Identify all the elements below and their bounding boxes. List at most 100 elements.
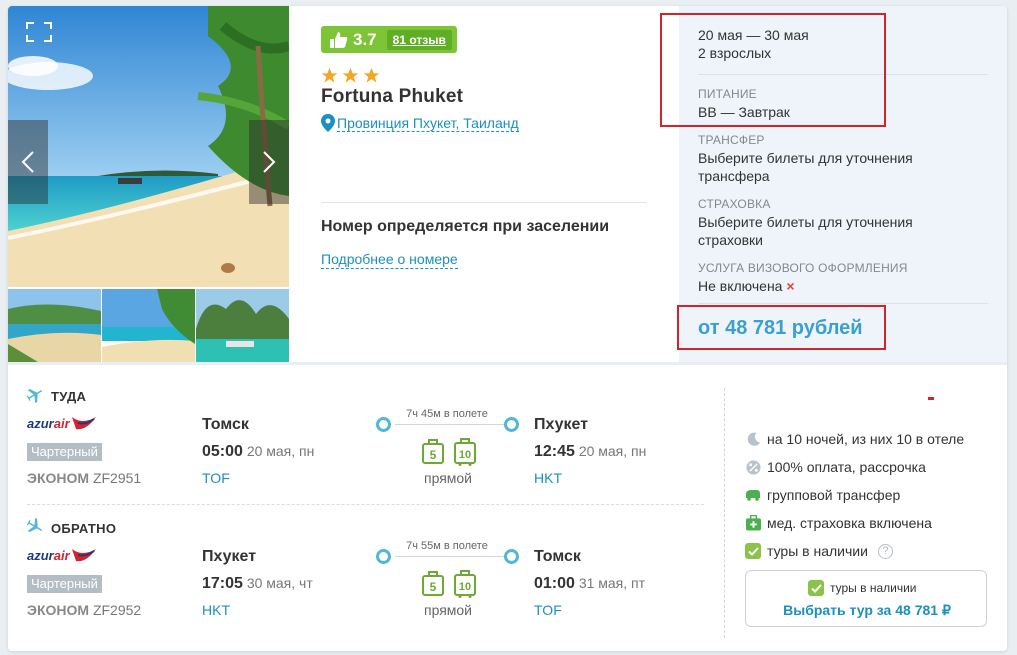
feature-insurance: мед. страховка включена [745, 515, 932, 531]
hand-luggage-kg: 5 [430, 580, 437, 594]
chevron-left-icon [21, 151, 34, 173]
hand-luggage-icon: 5 [422, 439, 444, 464]
departure-airport-code[interactable]: TOF [202, 470, 230, 486]
feature-payment-text: 100% оплата, рассрочка [767, 459, 926, 475]
percent-icon [745, 459, 761, 475]
map-pin-icon [321, 114, 335, 132]
checkmark-icon [745, 543, 761, 559]
rating-badge[interactable]: 3.7 81 отзыв [321, 26, 457, 53]
flight-stops: прямой [423, 470, 473, 486]
visa-value: Не включена × [698, 278, 795, 294]
arrival-date: 20 мая, пн [578, 443, 647, 459]
plane-departure-icon [27, 389, 43, 403]
airline-logo: azurair [27, 415, 98, 431]
availability-note-text: туры в наличии [830, 581, 917, 595]
route-end-dot [504, 549, 519, 564]
insurance-label: СТРАХОВКА [698, 197, 771, 211]
hotel-location[interactable]: Провинция Пхукет, Таиланд [321, 114, 519, 132]
room-title: Номер определяется при заселении [321, 218, 610, 235]
column-divider [724, 388, 725, 638]
prev-photo-button[interactable] [8, 120, 48, 204]
charter-badge: Чартерный [27, 443, 102, 461]
location-link[interactable]: Провинция Пхукет, Таиланд [337, 115, 519, 132]
help-icon[interactable]: ? [877, 543, 893, 559]
next-photo-button[interactable] [249, 120, 289, 204]
reviews-link[interactable]: 81 отзыв [386, 29, 452, 50]
highlight-box-price [677, 305, 886, 350]
departure-date: 30 мая, чт [246, 575, 313, 591]
feature-availability-text: туры в наличии [767, 543, 868, 559]
checked-baggage-icon: 10 [454, 570, 476, 598]
select-tour-button[interactable]: туры в наличии Выбрать тур за 48 781 ₽ [745, 570, 987, 627]
hotel-stars [321, 67, 380, 84]
feature-insurance-text: мед. страховка включена [767, 515, 932, 531]
flight-number: ZF2952 [92, 602, 142, 618]
availability-note: туры в наличии [808, 580, 917, 596]
insurance-value-1: Выберите билеты для уточнения [698, 214, 913, 230]
plane-return-icon [27, 518, 43, 532]
star-icon [363, 67, 380, 83]
hotel-name[interactable]: Fortuna Phuket [321, 86, 463, 108]
thumbnail-2[interactable] [102, 289, 195, 362]
star-icon [321, 67, 338, 83]
airline-wing-icon [71, 417, 96, 430]
departure-airport-code[interactable]: HKT [202, 602, 230, 618]
route-start-dot [376, 549, 391, 564]
arrival-airport-code[interactable]: HKT [534, 470, 562, 486]
photo-gallery [8, 6, 289, 362]
checked-baggage-kg: 10 [459, 581, 471, 593]
airline-name-a: azur [27, 415, 54, 431]
main-photo[interactable] [8, 6, 289, 287]
hand-luggage-kg: 5 [430, 448, 437, 462]
airline-name-b: air [53, 547, 70, 563]
arrival-city: Пхукет [534, 416, 589, 433]
direction-label: ТУДА [51, 389, 87, 404]
departure-time-value: 05:00 [202, 443, 243, 460]
feature-payment: 100% оплата, рассрочка [745, 459, 926, 475]
charter-badge: Чартерный [27, 575, 102, 593]
arrival-time-value: 12:45 [534, 443, 575, 460]
insurance-value-2: страховки [698, 232, 763, 248]
highlight-box-dates [660, 13, 886, 127]
moon-icon [747, 432, 760, 446]
transfer-label: ТРАНСФЕР [698, 133, 765, 147]
thumbnail-3[interactable] [196, 289, 289, 362]
bus-icon [746, 490, 760, 501]
flight-duration: 7ч 45м в полете [406, 408, 488, 420]
thumbs-up-icon [330, 31, 348, 48]
departure-date: 20 мая, пн [246, 443, 315, 459]
star-icon [342, 67, 359, 83]
divider [698, 303, 988, 304]
departure-city: Пхукет [202, 548, 257, 565]
feature-transfer-text: групповой трансфер [767, 487, 901, 503]
arrival-time: 12:45 20 мая, пн [534, 443, 646, 461]
not-included-icon: × [786, 278, 795, 294]
checkmark-icon [808, 580, 824, 596]
section-separator [8, 362, 1007, 365]
feature-nights-text: на 10 ночей, из них 10 в отеле [767, 431, 965, 447]
airline-wing-icon [71, 549, 96, 562]
visa-value-text: Не включена [698, 278, 783, 294]
arrival-date: 31 мая, пт [578, 575, 646, 591]
route-start-dot [376, 417, 391, 432]
thumbnail-1[interactable] [8, 289, 101, 362]
fullscreen-icon[interactable] [26, 22, 52, 42]
feature-nights: на 10 ночей, из них 10 в отеле [745, 431, 964, 447]
room-details-link[interactable]: Подробнее о номере [321, 251, 458, 269]
route-line [395, 424, 505, 425]
arrival-time: 01:00 31 мая, пт [534, 575, 645, 593]
class-label: ЭКОНОМ [27, 470, 90, 486]
arrival-time-value: 01:00 [534, 575, 575, 592]
departure-time: 17:05 30 мая, чт [202, 575, 313, 593]
feature-transfer: групповой трансфер [745, 487, 900, 503]
departure-time: 05:00 20 мая, пн [202, 443, 314, 461]
flight-class: ЭКОНОМ ZF2952 [27, 602, 141, 618]
highlight-mark [928, 397, 934, 400]
select-tour-label[interactable]: Выбрать тур за 48 781 ₽ [746, 602, 988, 619]
chevron-right-icon [263, 151, 276, 173]
flight-class: ЭКОНОМ ZF2951 [27, 470, 141, 486]
arrival-city: Томск [534, 548, 581, 565]
arrival-airport-code[interactable]: TOF [534, 602, 562, 618]
class-label: ЭКОНОМ [27, 602, 90, 618]
airline-logo: azurair [27, 547, 98, 563]
